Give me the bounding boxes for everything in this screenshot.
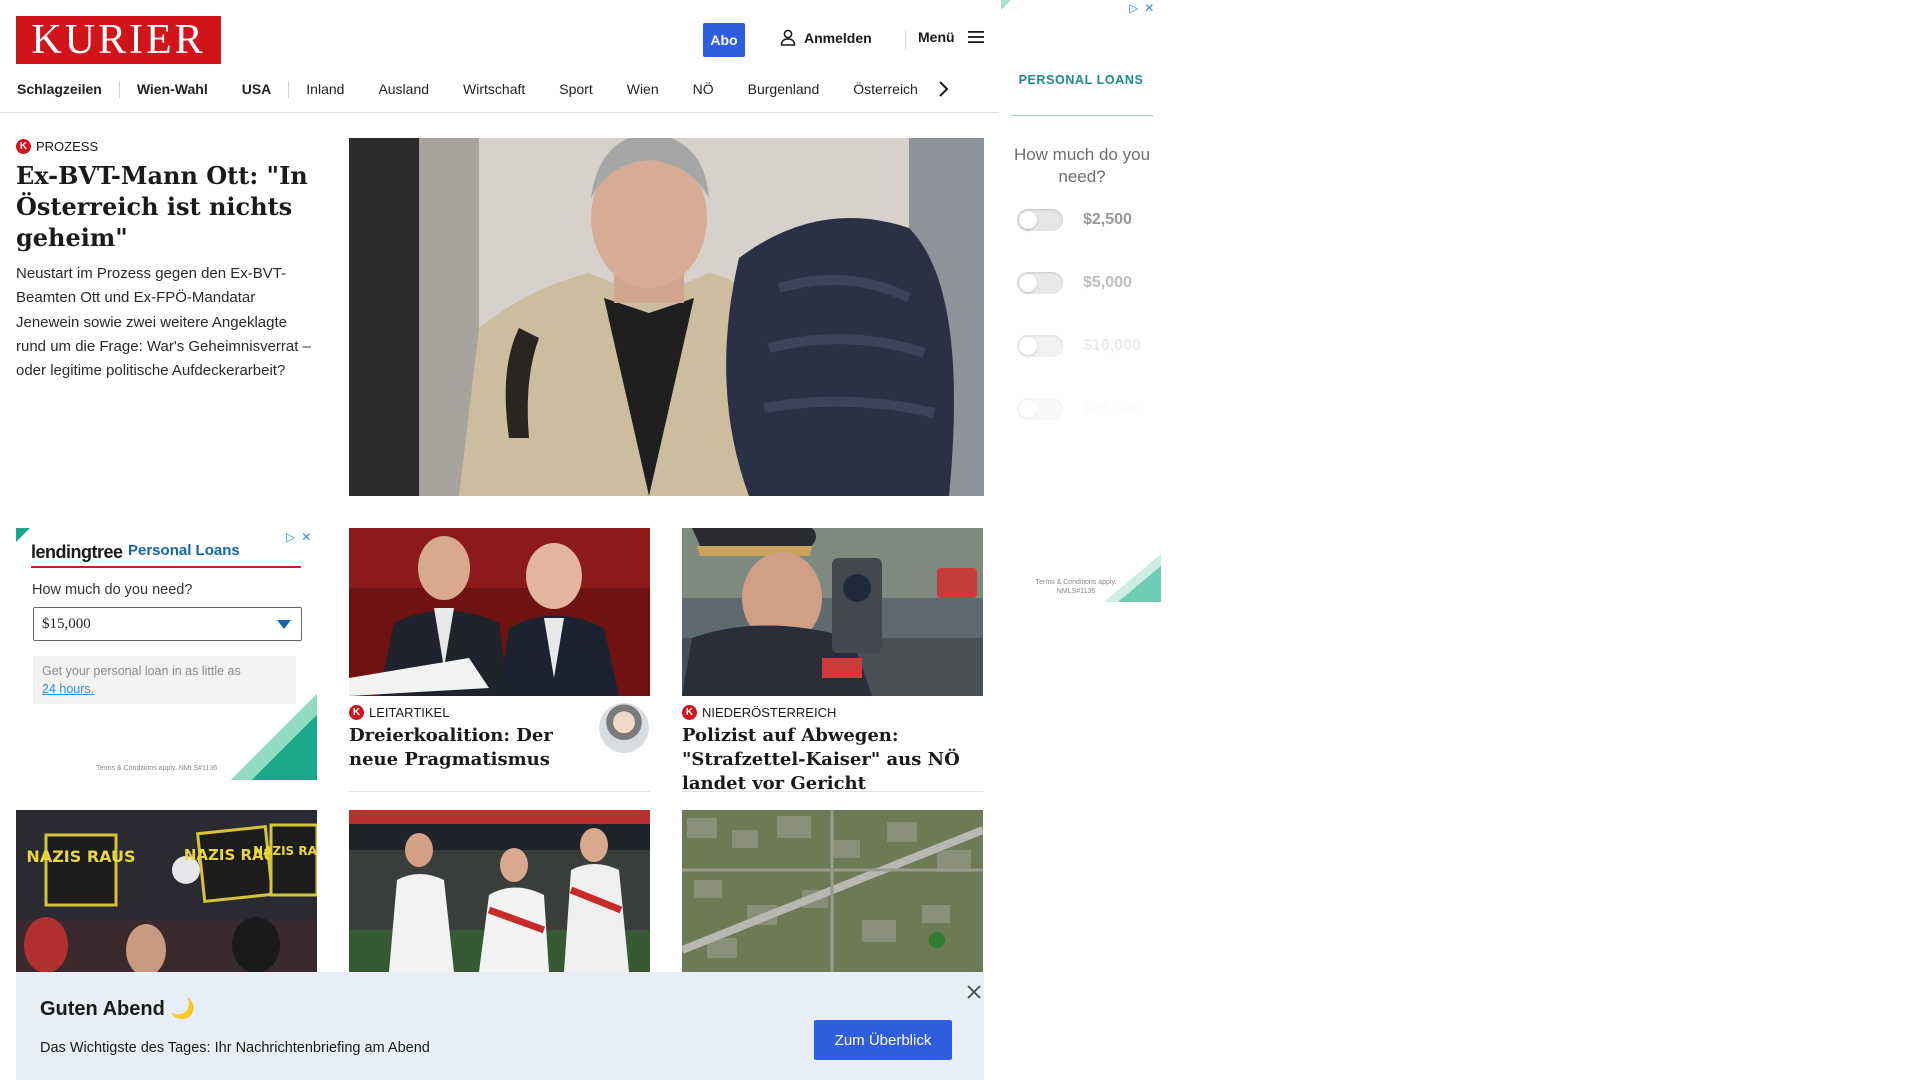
ad-divider <box>1011 115 1153 116</box>
card-image-aerial[interactable] <box>682 810 983 972</box>
nav-scroll-right-button[interactable] <box>937 80 949 98</box>
hero-teaser: Neustart im Prozess gegen den Ex-BVT-Bea… <box>16 265 311 380</box>
nav-item-inland[interactable]: Inland <box>289 81 361 97</box>
protest-sign-text: NAZIS RAUS <box>26 847 135 866</box>
ad-note-link[interactable]: 24 hours. <box>42 682 94 696</box>
nav-item-wien[interactable]: Wien <box>610 81 676 97</box>
toggle-switch[interactable] <box>1017 398 1063 420</box>
card-kicker-label: NIEDERÖSTERREICH <box>702 705 837 720</box>
loan-option-label: $10,000 <box>1083 337 1141 354</box>
ad-choices[interactable]: ▷ ✕ <box>1129 1 1154 15</box>
login-label: Anmelden <box>804 29 872 46</box>
abo-button[interactable]: Abo <box>703 23 745 57</box>
nav-item-sport[interactable]: Sport <box>542 81 609 97</box>
kurier-k-icon: K <box>16 139 31 154</box>
ad-choices-icon[interactable]: ▷ <box>286 530 295 544</box>
ad-choices-icon[interactable]: ▷ <box>1129 1 1138 15</box>
ad-corner-decoration <box>231 694 317 780</box>
loan-option-2500[interactable]: $2,500 <box>1017 209 1132 231</box>
menu-button[interactable]: Menü <box>918 29 985 45</box>
loan-option-10000[interactable]: $10,000 <box>1017 335 1141 357</box>
toggle-switch[interactable] <box>1017 335 1063 357</box>
kurier-logo[interactable]: KURIER <box>16 16 221 64</box>
login-link[interactable]: Anmelden <box>780 29 872 46</box>
briefing-title: Guten Abend 🌙 <box>40 998 196 1020</box>
ad-product-label: Personal Loans <box>128 542 240 559</box>
ad-question: How much do you need? <box>32 582 193 598</box>
card-image-leitartikel[interactable] <box>349 528 650 696</box>
ad-question: How much do you need? <box>1013 145 1151 186</box>
card-kicker: K LEITARTIKEL <box>349 705 449 720</box>
nav-item-oesterreich[interactable]: Österreich <box>836 81 935 97</box>
kurier-k-icon: K <box>349 705 364 720</box>
hero-kicker: K PROZESS <box>16 139 98 154</box>
ad-note: Get your personal loan in as little as 2… <box>33 656 296 704</box>
hero-headline[interactable]: Ex-BVT-Mann Ott: "In Österreich ist nich… <box>16 160 316 253</box>
nav-item-schlagzeilen[interactable]: Schlagzeilen <box>16 81 119 97</box>
header-divider <box>905 29 906 51</box>
nav-item-noe[interactable]: NÖ <box>676 81 731 97</box>
card-kicker: K NIEDERÖSTERREICH <box>682 705 836 720</box>
card-divider <box>349 791 650 792</box>
briefing-overview-button[interactable]: Zum Überblick <box>814 1020 952 1060</box>
user-icon <box>780 29 796 46</box>
loan-option-label: $25,000 <box>1083 400 1141 417</box>
ad-corner-decoration <box>1001 0 1011 10</box>
card-image-protest[interactable]: NAZIS RAUS NAZIS RAUS NAZIS RAUS <box>16 810 317 972</box>
protest-sign-text: NAZIS RAUS <box>253 844 317 858</box>
ad-heading: PERSONAL LOANS <box>1018 73 1144 87</box>
ad-terms: Terms & Conditions apply. NMLS#1136 <box>96 765 218 772</box>
close-icon[interactable] <box>964 982 984 1002</box>
card-image-niederoesterreich[interactable] <box>682 528 983 696</box>
card-divider <box>682 791 983 792</box>
nav-item-ausland[interactable]: Ausland <box>361 81 446 97</box>
nav-item-usa[interactable]: USA <box>225 81 289 97</box>
ad-terms: Terms & Conditions apply. NMLS#1136 <box>1035 579 1117 595</box>
caret-down-icon <box>277 619 291 629</box>
loan-option-label: $5,000 <box>1083 274 1132 291</box>
chevron-right-icon <box>939 81 949 97</box>
ad-divider <box>31 566 301 568</box>
ad-close-icon[interactable]: ✕ <box>301 530 311 544</box>
ad-choices[interactable]: ▷ ✕ <box>286 530 311 544</box>
hero-image[interactable] <box>349 138 984 496</box>
toggle-switch[interactable] <box>1017 209 1063 231</box>
toggle-switch[interactable] <box>1017 272 1063 294</box>
card-kicker-label: LEITARTIKEL <box>369 705 450 720</box>
ad-corner-decoration <box>16 528 30 542</box>
menu-label: Menü <box>918 29 955 45</box>
ad-close-icon[interactable]: ✕ <box>1144 1 1154 15</box>
author-avatar[interactable] <box>599 703 649 753</box>
loan-option-25000[interactable]: $25,000 <box>1017 398 1141 420</box>
nav-item-wirtschaft[interactable]: Wirtschaft <box>446 81 542 97</box>
card-image-sport[interactable] <box>349 810 650 972</box>
main-nav: Schlagzeilen Wien-Wahl USA Inland Auslan… <box>16 76 986 102</box>
briefing-banner: Guten Abend 🌙 Das Wichtigste des Tages: … <box>16 972 984 1080</box>
loan-amount-value: $15,000 <box>42 615 91 632</box>
ad-note-text: Get your personal loan in as little as <box>42 664 241 678</box>
loan-option-label: $2,500 <box>1083 211 1132 228</box>
loan-amount-select[interactable]: $15,000 <box>33 607 302 641</box>
header-divider-line <box>0 112 999 113</box>
personal-loans-ad[interactable]: ▷ ✕ PERSONAL LOANS How much do you need?… <box>1001 0 1161 602</box>
lendingtree-ad[interactable]: ▷ ✕ lendingtree Personal Loans How much … <box>16 528 317 780</box>
briefing-text: Das Wichtigste des Tages: Ihr Nachrichte… <box>40 1040 430 1056</box>
hero-kicker-label: PROZESS <box>36 139 99 154</box>
hamburger-icon <box>967 31 984 43</box>
card-title-leitartikel[interactable]: Dreierkoalition: Der neue Pragmatismus <box>349 724 584 772</box>
loan-option-5000[interactable]: $5,000 <box>1017 272 1132 294</box>
lendingtree-logo: lendingtree <box>31 542 123 562</box>
kurier-k-icon: K <box>682 705 697 720</box>
nav-item-wien-wahl[interactable]: Wien-Wahl <box>120 81 225 97</box>
nav-item-burgenland[interactable]: Burgenland <box>731 81 837 97</box>
card-title-niederoesterreich[interactable]: Polizist auf Abwegen: "Strafzettel-Kaise… <box>682 724 983 796</box>
